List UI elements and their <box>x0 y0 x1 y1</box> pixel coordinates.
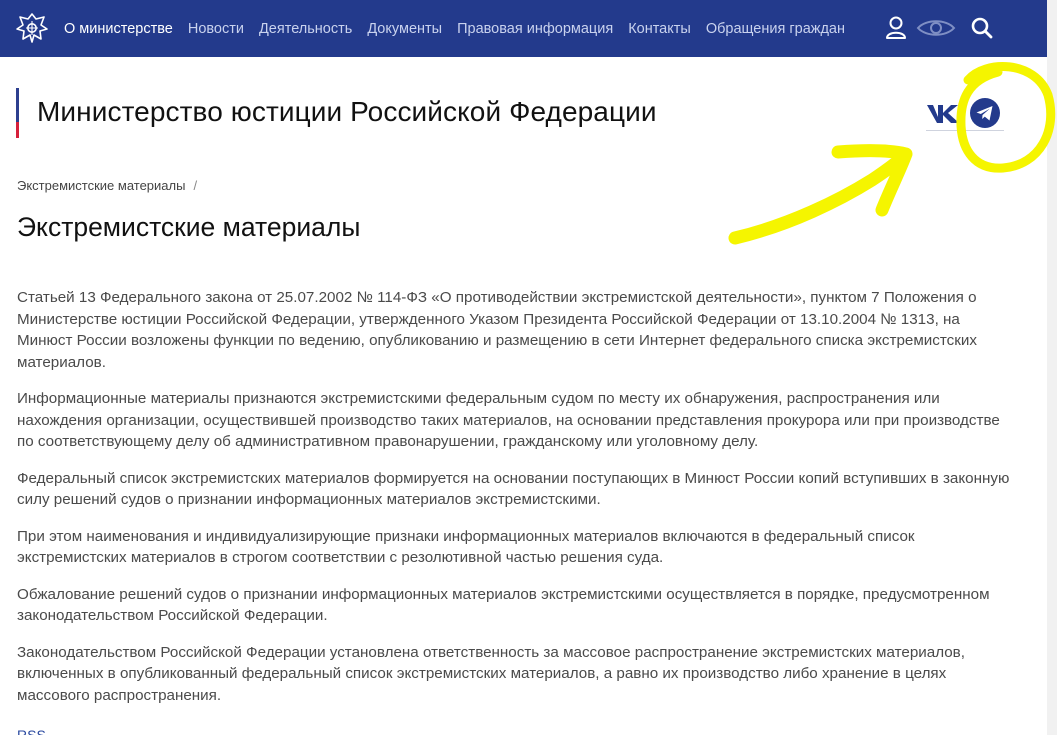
breadcrumb-separator: / <box>193 178 198 193</box>
nav-item-news[interactable]: Новости <box>188 21 244 37</box>
article-body: Статьей 13 Федерального закона от 25.07.… <box>17 287 1017 721</box>
social-divider <box>926 130 1004 131</box>
eye-icon[interactable] <box>916 18 956 38</box>
paragraph: Статьей 13 Федерального закона от 25.07.… <box>17 289 977 371</box>
paragraph: Информационные материалы признаются экст… <box>17 390 1000 450</box>
title-accent-bar <box>16 88 19 138</box>
main-menu: О министерстве Новости Деятельность Доку… <box>64 0 860 57</box>
nav-item-activity[interactable]: Деятельность <box>259 21 352 37</box>
nav-item-documents[interactable]: Документы <box>367 21 442 37</box>
nav-item-legal-info[interactable]: Правовая информация <box>457 21 613 37</box>
nav-item-citizen-appeals[interactable]: Обращения граждан <box>706 21 845 37</box>
rss-link[interactable]: RSS <box>17 727 46 735</box>
paragraph: Федеральный список экстремистских матери… <box>17 469 1010 509</box>
coat-of-arms-icon[interactable] <box>14 10 50 46</box>
site-title: Министерство юстиции Российской Федераци… <box>37 96 657 127</box>
arrow-annotation <box>728 144 913 245</box>
scrollbar-track[interactable] <box>1047 0 1057 735</box>
page-title: Экстремистские материалы <box>17 212 361 242</box>
nav-item-about[interactable]: О министерстве <box>64 21 173 37</box>
nav-item-contacts[interactable]: Контакты <box>628 21 691 37</box>
search-icon[interactable] <box>970 16 994 40</box>
paragraph: Законодательством Российской Федерации у… <box>17 643 965 704</box>
telegram-icon[interactable] <box>969 97 1001 129</box>
vk-icon[interactable] <box>926 102 960 124</box>
breadcrumb: Экстремистские материалы / <box>17 178 197 193</box>
top-navigation-bar: О министерстве Новости Деятельность Доку… <box>0 0 1047 57</box>
user-icon[interactable] <box>885 16 907 40</box>
breadcrumb-item[interactable]: Экстремистские материалы <box>17 178 185 193</box>
paragraph: При этом наименования и индивидуализирую… <box>17 527 915 567</box>
paragraph: Обжалование решений судов о признании ин… <box>17 585 990 625</box>
